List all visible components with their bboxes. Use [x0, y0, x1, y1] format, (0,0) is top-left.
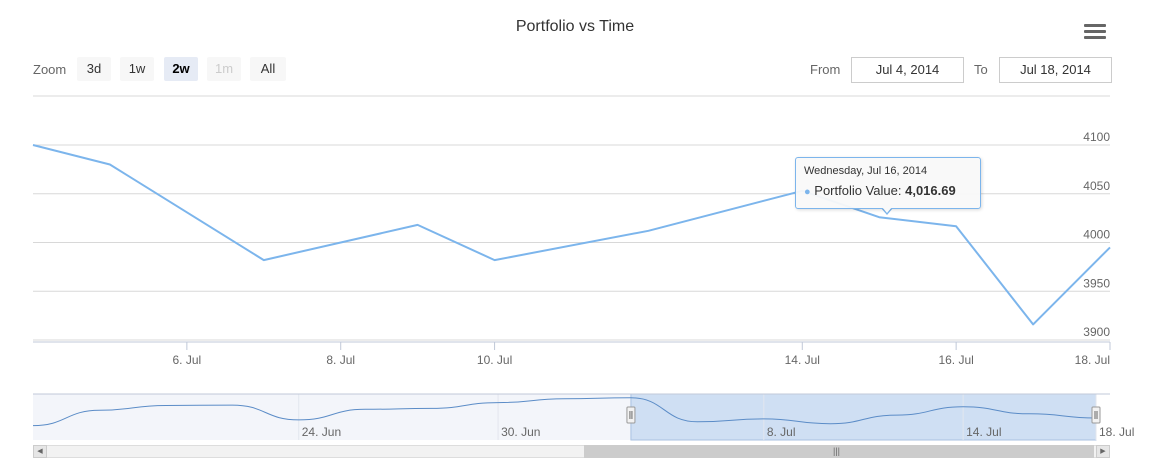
navigator-label: 14. Jul	[966, 425, 1001, 439]
x-tick-label: 18. Jul	[1075, 353, 1110, 367]
x-axis: 6. Jul 8. Jul 10. Jul 14. Jul 16. Jul 18. Jul	[33, 341, 1111, 367]
x-tick-label: 14. Jul	[785, 353, 820, 367]
y-axis: 3900 3950 4000 4050 4100	[1083, 130, 1110, 339]
tooltip-series-line: ● Portfolio Value: 4,016.69	[804, 183, 956, 198]
arrow-left-icon: ◀	[37, 448, 43, 455]
navigator-handle-left[interactable]	[626, 406, 636, 424]
tooltip-series-label: Portfolio Value	[814, 183, 898, 198]
navigator-label: 8. Jul	[767, 425, 796, 439]
x-tick-label: 10. Jul	[477, 353, 512, 367]
scroll-left-button[interactable]: ◀	[33, 445, 47, 458]
scroll-right-button[interactable]: ▶	[1096, 445, 1110, 458]
tooltip: Wednesday, Jul 16, 2014 ● Portfolio Valu…	[795, 157, 981, 209]
y-tick-label-3950: 3950	[1083, 276, 1110, 290]
navigator-selected-range	[630, 393, 1097, 441]
navigator: 24. Jun 30. Jun 8. Jul 14. Jul 18. Jul	[32, 393, 1134, 441]
handle-body	[1091, 406, 1101, 424]
y-tick-label-4100: 4100	[1083, 130, 1110, 144]
y-tick-label-4050: 4050	[1083, 179, 1110, 193]
scrollbar-grip-icon[interactable]: |||	[833, 445, 840, 458]
x-tick-label: 6. Jul	[173, 353, 202, 367]
navigator-label: 30. Jun	[501, 425, 540, 439]
chart-canvas: 6. Jul 8. Jul 10. Jul 14. Jul 16. Jul 18. Jul…	[32, 95, 1134, 441]
arrow-right-icon: ▶	[1100, 448, 1106, 455]
handle-body	[626, 406, 636, 424]
y-tick-label-3900: 3900	[1083, 325, 1110, 339]
tooltip-date: Wednesday, Jul 16, 2014	[804, 165, 928, 177]
navigator-label: 24. Jun	[302, 425, 341, 439]
x-tick-label: 8. Jul	[326, 353, 355, 367]
navigator-label: 18. Jul	[1099, 425, 1134, 439]
tooltip-value: 4,016.69	[905, 183, 956, 198]
series-dot-icon: ●	[804, 186, 811, 198]
y-tick-label-4000: 4000	[1083, 228, 1110, 242]
navigator-handle-right[interactable]	[1091, 406, 1101, 424]
x-tick-label: 16. Jul	[938, 353, 973, 367]
tooltip-arrow-inner	[882, 207, 892, 213]
